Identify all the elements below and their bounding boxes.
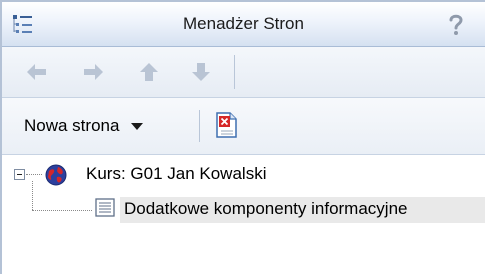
toolbar-separator	[199, 110, 200, 142]
arrow-down-icon[interactable]	[188, 61, 214, 83]
toolbar-separator	[234, 55, 235, 89]
tree-connector	[32, 181, 33, 210]
title-bar[interactable]: Menadżer Stron	[2, 2, 485, 47]
tree-item-course[interactable]: Kurs: G01 Jan Kowalski	[86, 164, 266, 184]
document-icon	[94, 197, 116, 219]
arrow-up-icon[interactable]	[136, 61, 162, 83]
tree-connector	[32, 210, 92, 211]
page-tree: Kurs: G01 Jan Kowalski Dodatkowe kompone…	[2, 155, 485, 276]
help-icon[interactable]	[445, 11, 467, 37]
chevron-down-icon	[131, 122, 144, 130]
tree-item-page[interactable]: Dodatkowe komponenty informacyjne	[120, 197, 485, 223]
arrow-left-icon[interactable]	[24, 61, 50, 83]
tree-connector	[26, 174, 42, 175]
course-globe-icon	[44, 163, 68, 187]
collapse-toggle[interactable]	[14, 169, 25, 180]
new-page-dropdown-button[interactable]: Nowa strona	[24, 113, 144, 139]
new-page-label: Nowa strona	[24, 116, 120, 135]
arrow-right-icon[interactable]	[80, 61, 106, 83]
navigation-toolbar	[2, 47, 485, 98]
delete-page-icon[interactable]	[214, 110, 240, 140]
window-title: Menadżer Stron	[183, 14, 304, 33]
page-manager-window: Menadżer Stron Nowa strona Kurs: G01 Jan…	[0, 0, 485, 276]
page-toolbar: Nowa strona	[2, 98, 485, 155]
